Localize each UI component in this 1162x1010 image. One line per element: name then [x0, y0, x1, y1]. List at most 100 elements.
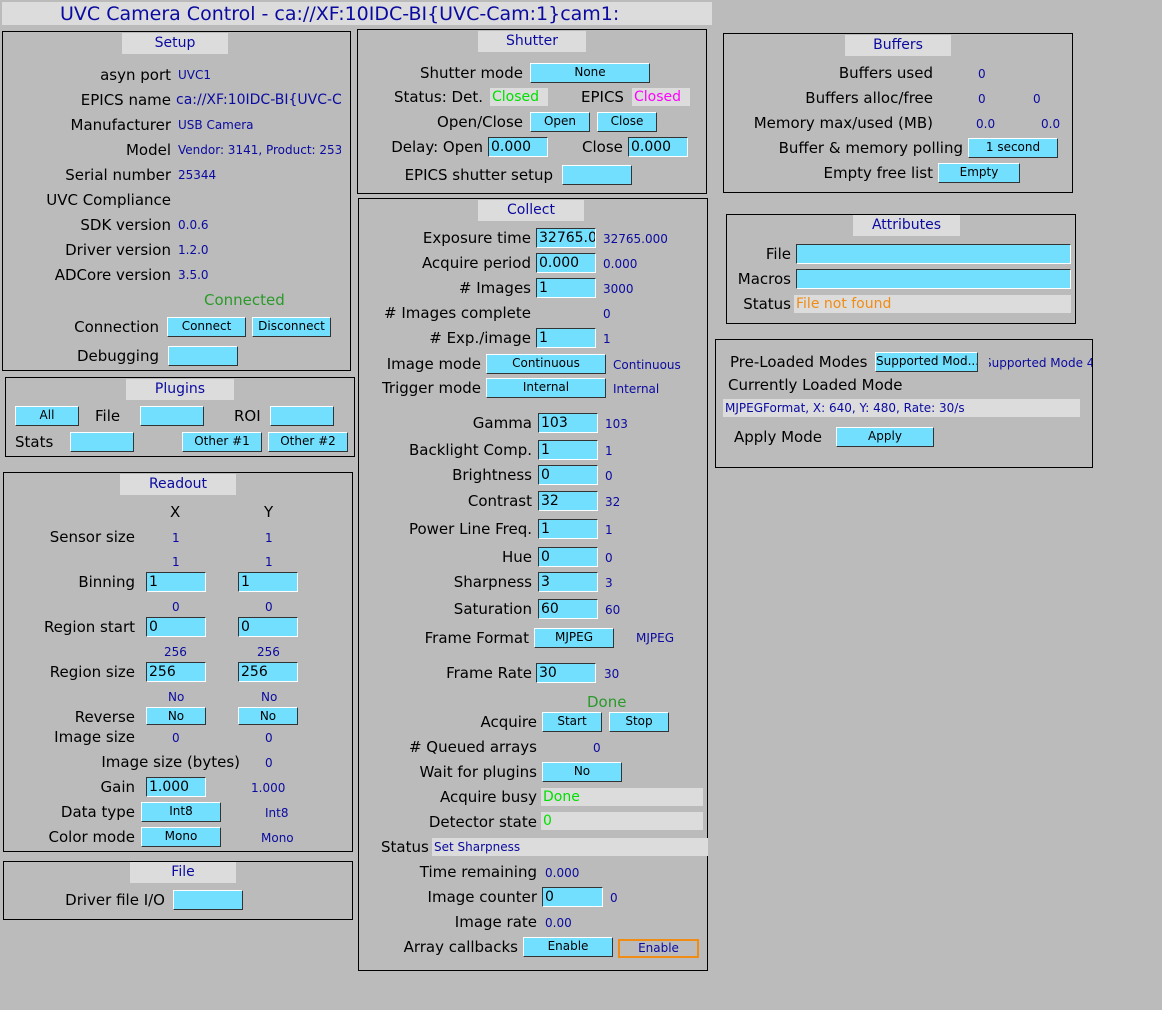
detector-state-label: Detector state: [428, 813, 537, 831]
delay-open-input[interactable]: 0.000: [488, 137, 548, 157]
debugging-button[interactable]: [168, 346, 238, 366]
brightness-readback: 0: [605, 469, 613, 483]
region-start-y-input[interactable]: 0: [238, 617, 298, 637]
frame-format-label: Frame Format: [424, 629, 529, 647]
driver-file-io-button[interactable]: [173, 890, 243, 910]
num-images-label: # Images: [458, 279, 531, 297]
frame-format-menu[interactable]: MJPEG: [534, 628, 614, 648]
delay-close-input[interactable]: 0.000: [628, 137, 688, 157]
reverse-x-menu[interactable]: No: [146, 707, 206, 725]
start-button[interactable]: Start: [542, 712, 602, 732]
array-callbacks-menu[interactable]: Enable: [523, 937, 613, 957]
saturation-input[interactable]: 60: [538, 599, 598, 619]
attributes-macros-input[interactable]: [796, 269, 1071, 289]
buffers-free-value: 0: [1033, 92, 1041, 106]
wait-plugins-menu[interactable]: No: [542, 762, 622, 782]
data-type-menu[interactable]: Int8: [141, 802, 221, 822]
period-readback: 0.000: [603, 257, 638, 271]
disconnect-button[interactable]: Disconnect: [252, 317, 331, 337]
region-size-label: Region size: [49, 663, 135, 681]
attributes-file-input[interactable]: [796, 244, 1071, 264]
brightness-input[interactable]: 0: [538, 465, 598, 485]
image-size-label: Image size: [54, 728, 135, 746]
num-images-input[interactable]: 1: [536, 278, 596, 298]
binning-label: Binning: [78, 573, 135, 591]
data-type-readback: Int8: [265, 806, 289, 820]
asyn-port-value: UVC1: [178, 68, 212, 82]
gamma-input[interactable]: 103: [538, 413, 598, 433]
binning-y-input[interactable]: 1: [238, 572, 298, 592]
polling-menu[interactable]: 1 second: [968, 138, 1058, 158]
binning-y-readback: 1: [265, 555, 273, 569]
shutter-close-button[interactable]: Close: [597, 112, 657, 132]
empty-free-list-label: Empty free list: [823, 164, 933, 182]
epics-name-label: EPICS name: [80, 91, 171, 109]
gain-input[interactable]: 1.000: [146, 777, 206, 797]
window-title: UVC Camera Control - ca://XF:10IDC-BI{UV…: [60, 3, 620, 25]
image-size-x: 0: [172, 731, 180, 745]
period-label: Acquire period: [421, 254, 531, 272]
color-mode-menu[interactable]: Mono: [141, 827, 221, 847]
region-size-y-input[interactable]: 256: [238, 662, 298, 682]
frame-format-readback: MJPEG: [636, 631, 675, 645]
hue-input[interactable]: 0: [538, 547, 598, 567]
supported-modes-menu[interactable]: Supported Mod...: [875, 352, 978, 372]
sharpness-input[interactable]: 3: [538, 572, 598, 592]
buffers-used-value: 0: [978, 67, 986, 81]
shutter-mode-menu[interactable]: None: [530, 63, 650, 83]
apply-button[interactable]: Apply: [836, 427, 934, 447]
reverse-y-menu[interactable]: No: [238, 707, 298, 725]
saturation-label: Saturation: [453, 600, 532, 618]
trigger-mode-label: Trigger mode: [381, 379, 481, 397]
array-callbacks-readback: Enable: [618, 939, 699, 958]
images-complete-value: 0: [603, 307, 611, 321]
trigger-mode-menu[interactable]: Internal: [486, 378, 606, 398]
gamma-readback: 103: [605, 417, 628, 431]
plugins-file-button[interactable]: [140, 406, 204, 426]
plugins-roi-button[interactable]: [270, 406, 334, 426]
backlight-input[interactable]: 1: [538, 440, 598, 460]
plugins-file-label: File: [95, 407, 121, 425]
exp-per-image-label: # Exp./image: [429, 329, 531, 347]
image-mode-menu[interactable]: Continuous: [486, 354, 606, 374]
plugins-other1-button[interactable]: Other #1: [182, 432, 262, 452]
currently-loaded-value: MJPEGFormat, X: 640, Y: 480, Rate: 30/s: [723, 399, 1080, 417]
empty-button[interactable]: Empty: [938, 163, 1020, 183]
shutter-setup-button[interactable]: [562, 165, 632, 185]
sensor-size-y: 1: [265, 531, 273, 545]
buffers-used-label: Buffers used: [838, 64, 933, 82]
attributes-macros-label: Macros: [737, 270, 791, 288]
gain-readback: 1.000: [251, 781, 286, 795]
power-line-label: Power Line Freq.: [408, 520, 532, 538]
plugins-stats-button[interactable]: [70, 432, 134, 452]
contrast-input[interactable]: 32: [538, 491, 598, 511]
region-size-x-input[interactable]: 256: [146, 662, 206, 682]
frame-rate-input[interactable]: 30: [536, 663, 596, 683]
exposure-input[interactable]: 32765.000: [536, 228, 596, 248]
plugins-other2-button[interactable]: Other #2: [268, 432, 348, 452]
image-counter-input[interactable]: 0: [542, 887, 603, 907]
frame-rate-label: Frame Rate: [446, 664, 532, 682]
reverse-label: Reverse: [74, 708, 135, 726]
image-counter-readback: 0: [610, 891, 618, 905]
attributes-file-label: File: [765, 245, 791, 263]
connect-button[interactable]: Connect: [167, 317, 246, 337]
plugins-all-button[interactable]: All: [15, 406, 79, 426]
wait-plugins-label: Wait for plugins: [419, 763, 537, 781]
attributes-title: Attributes: [853, 215, 960, 236]
stop-button[interactable]: Stop: [609, 712, 669, 732]
hue-label: Hue: [501, 548, 532, 566]
region-start-x-input[interactable]: 0: [146, 617, 206, 637]
backlight-label: Backlight Comp.: [409, 441, 532, 459]
binning-x-input[interactable]: 1: [146, 572, 206, 592]
queued-arrays-label: # Queued arrays: [408, 738, 537, 756]
plugins-title: Plugins: [126, 379, 234, 400]
buffers-title: Buffers: [845, 35, 951, 56]
shutter-setup-label: EPICS shutter setup: [404, 166, 553, 184]
array-callbacks-label: Array callbacks: [403, 938, 518, 956]
power-line-input[interactable]: 1: [538, 519, 598, 539]
shutter-open-button[interactable]: Open: [530, 112, 590, 132]
period-input[interactable]: 0.000: [536, 253, 596, 273]
exp-per-image-input[interactable]: 1: [536, 328, 596, 348]
saturation-readback: 60: [605, 603, 621, 617]
